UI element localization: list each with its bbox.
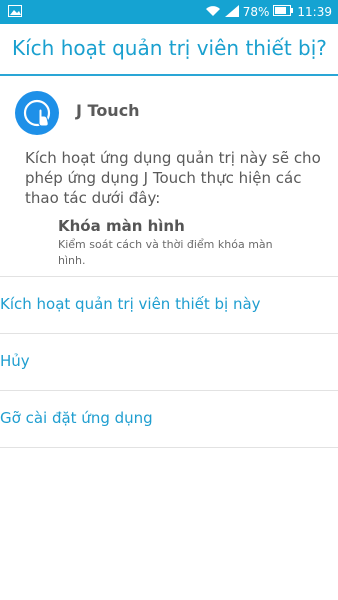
- activate-admin-button[interactable]: Kích hoạt quản trị viên thiết bị này: [0, 276, 338, 332]
- cancel-label: Hủy: [0, 352, 30, 370]
- bottom-divider: [0, 447, 338, 448]
- uninstall-app-button[interactable]: Gỡ cài đặt ứng dụng: [0, 390, 338, 446]
- dialog-title: Kích hoạt quản trị viên thiết bị?: [12, 36, 327, 60]
- battery-icon: [273, 5, 294, 19]
- cancel-button[interactable]: Hủy: [0, 333, 338, 389]
- touch-icon: [15, 91, 59, 135]
- permission-description: Kích hoạt ứng dụng quản trị này sẽ cho p…: [25, 149, 321, 207]
- uninstall-app-label: Gỡ cài đặt ứng dụng: [0, 409, 153, 427]
- status-bar: 78% 11:39: [0, 0, 338, 24]
- gallery-icon: [8, 5, 22, 17]
- clock: 11:39: [297, 5, 332, 19]
- activate-admin-label: Kích hoạt quản trị viên thiết bị này: [0, 295, 261, 313]
- battery-percent: 78%: [242, 5, 270, 19]
- policy-description: Kiểm soát cách và thời điểm khóa màn hìn…: [58, 238, 273, 267]
- app-name: J Touch: [76, 101, 140, 120]
- title-divider: [0, 74, 338, 76]
- status-right-group: 78% 11:39: [205, 0, 332, 24]
- policy-title: Khóa màn hình: [58, 217, 185, 235]
- signal-icon: [224, 4, 239, 20]
- wifi-icon: [205, 5, 221, 20]
